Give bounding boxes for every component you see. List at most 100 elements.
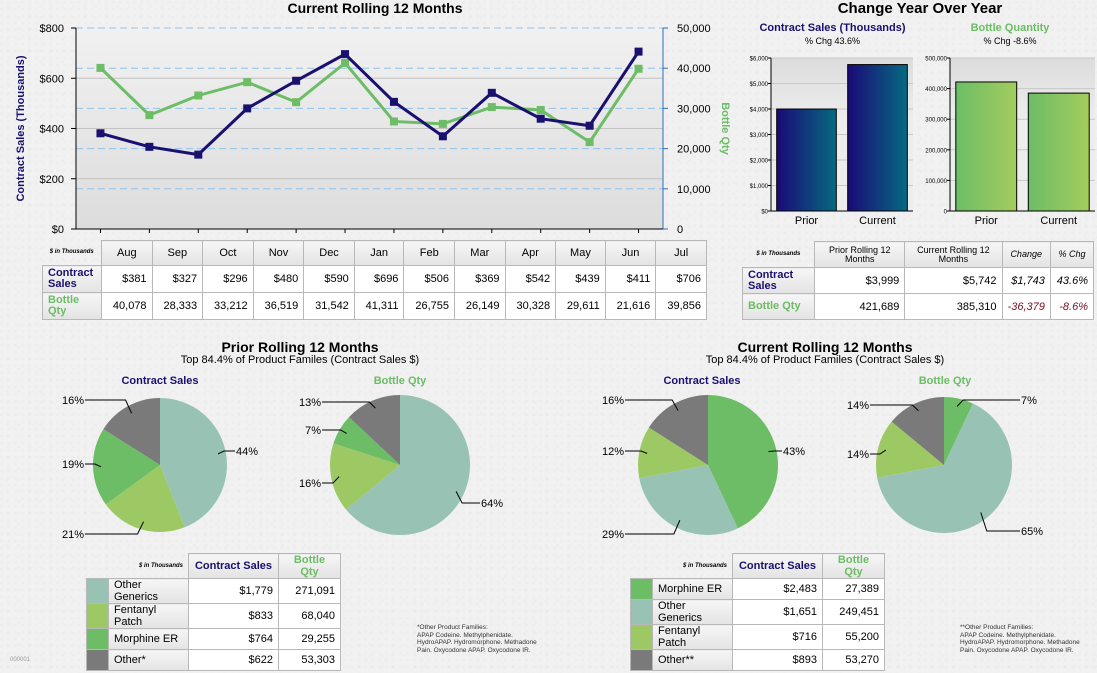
current-section-title: Current Rolling 12 Months [737, 339, 913, 355]
row-label-bottle-qty: Bottle Qty [42, 292, 102, 320]
legend-row: Fentanyl Patch $716 55,200 [630, 624, 885, 650]
legend-sales-value: $716 [732, 624, 823, 650]
yoy-header-current: Current Rolling 12 Months [904, 241, 1003, 268]
footnote-line: APAP Codeine. Methylphenidate. [417, 631, 513, 639]
yoy-qty-pct: % Chg -8.6% [983, 36, 1037, 46]
bar-prior [955, 81, 1018, 212]
month-header: Jan [353, 240, 405, 266]
legend-swatch [86, 578, 109, 604]
x-tick-label: Prior [975, 215, 999, 227]
yoy-change-value: $1,743 [1001, 267, 1051, 294]
yoy-header-change: Change [1001, 241, 1051, 268]
yoy-prior-value: 421,689 [814, 293, 906, 320]
yoy-qty-title: Bottle Quantity [970, 22, 1050, 34]
legend-sales-value: $764 [188, 628, 279, 650]
yoy-row-label: Contract Sales [741, 267, 816, 294]
x-tick-label: Current [859, 215, 896, 227]
legend-qty-value: 271,091 [278, 578, 341, 604]
contract-sales-cell: $696 [353, 265, 405, 293]
y-tick-label: 400,000 [925, 87, 947, 93]
yoy-header-pct: % Chg [1049, 241, 1095, 268]
legend-sales-value: $893 [732, 649, 823, 671]
pie-label: 21% [62, 529, 84, 541]
legend-product-name: Other Generics [652, 599, 733, 625]
pie-label: 43% [783, 446, 805, 458]
contract-sales-cell: $706 [655, 265, 707, 293]
pie-label: 7% [1021, 395, 1037, 407]
bottle-qty-point [487, 103, 496, 112]
legend-sales-value: $1,651 [732, 599, 823, 625]
y-tick-label: 100,000 [925, 179, 947, 185]
bottle-qty-cell: 31,542 [303, 292, 355, 320]
contract-sales-point [585, 121, 594, 130]
y2-tick-label: 10,000 [677, 184, 711, 196]
legend-swatch [86, 649, 109, 671]
y-tick-label: $600 [40, 73, 64, 85]
bottle-qty-point [585, 138, 594, 147]
pie-label: 12% [602, 446, 624, 458]
bottle-qty-point [194, 91, 203, 100]
pie-label: 14% [847, 400, 869, 412]
legend-sales-value: $1,779 [188, 578, 279, 604]
bottle-qty-cell: 41,311 [353, 292, 405, 320]
footnote-line: Pain. Oxycodone APAP. Oxycodone IR. [417, 646, 531, 654]
month-header: Oct [202, 240, 254, 266]
legend-product-name: Fentanyl Patch [652, 624, 733, 650]
y2-tick-label: 20,000 [677, 144, 711, 156]
bottle-qty-cell: 40,078 [101, 292, 153, 320]
bottle-qty-point [243, 78, 252, 87]
bar-current [847, 64, 908, 212]
contract-sales-point [536, 114, 545, 123]
bar-current [1027, 92, 1090, 212]
legend-swatch [86, 603, 109, 629]
contract-sales-cell: $506 [403, 265, 455, 293]
legend-product-name: Morphine ER [108, 628, 189, 650]
y2-tick-label: 0 [677, 224, 683, 236]
bottle-qty-cell: 21,616 [604, 292, 657, 320]
pie-label: 19% [62, 459, 84, 471]
y2-tick-label: 30,000 [677, 103, 711, 115]
prior-section-subtitle: Top 84.4% of Product Familes (Contract S… [180, 354, 420, 366]
table-row-contract-sales: Contract Sales $381 $327 $296 $480 $590 $696 $… [42, 265, 707, 293]
footnote-line: *Other Product Families: [417, 624, 488, 631]
y-tick-label: 200,000 [925, 148, 947, 154]
legend-swatch [630, 624, 653, 650]
legend-product-name: Other** [652, 649, 733, 671]
month-header: Apr [504, 240, 557, 266]
current-footnote: **Other Product Families: APAP Codeine. M… [960, 624, 1080, 654]
legend-row: Fentanyl Patch $833 68,040 [86, 603, 341, 629]
footnote-line: HydroAPAP. Hydromorphone. Methadone [960, 639, 1080, 646]
pie-label: 65% [1021, 526, 1043, 538]
pie-label: 16% [602, 395, 624, 407]
footnote-line: Pain. Oxycodone APAP. Oxycodone IR. [960, 646, 1074, 654]
legend-qty-value: 27,389 [822, 578, 885, 600]
monthly-table: $ in Thousands Aug Sep Oct Nov Dec Jan Feb Mar A… [42, 240, 707, 320]
rolling-line-chart: $0 $200 $400 $600 $800 0 10,000 20,000 30,000 40,… [15, 23, 731, 236]
prior-qty-pie: 64% 16% 7% 13% [299, 395, 503, 535]
month-header: Aug [101, 240, 153, 266]
legend-header-qty: Bottle Qty [822, 553, 885, 579]
legend-product-name: Other Generics [108, 578, 189, 604]
legend-qty-value: 55,200 [822, 624, 885, 650]
legend-swatch [630, 599, 653, 625]
contract-sales-point [194, 150, 203, 159]
legend-row: Other Generics $1,779 271,091 [86, 578, 341, 604]
legend-sales-value: $2,483 [732, 578, 823, 600]
current-qty-pie: 7% 65% 14% 14% [847, 395, 1043, 538]
month-header: Feb [403, 240, 455, 266]
yoy-current-value: 385,310 [904, 293, 1003, 320]
page-number: 000001 [10, 657, 31, 663]
month-header: Nov [252, 240, 305, 266]
yoy-table-corner: $ in Thousands [756, 250, 801, 257]
y2-tick-label: 50,000 [677, 23, 711, 35]
y-tick-label: 300,000 [925, 118, 947, 124]
yoy-sales-title: Contract Sales (Thousands) [759, 22, 906, 34]
prior-sales-pie: 44% 21% 19% 16% [62, 395, 258, 541]
bar-prior [776, 108, 837, 212]
y-axis-title: Contract Sales (Thousands) [15, 55, 27, 201]
contract-sales-cell: $381 [101, 265, 153, 293]
bottle-qty-point [389, 117, 398, 126]
y-tick-label: $200 [40, 174, 64, 186]
contract-sales-point [292, 76, 301, 85]
pie-label: 16% [299, 478, 321, 490]
